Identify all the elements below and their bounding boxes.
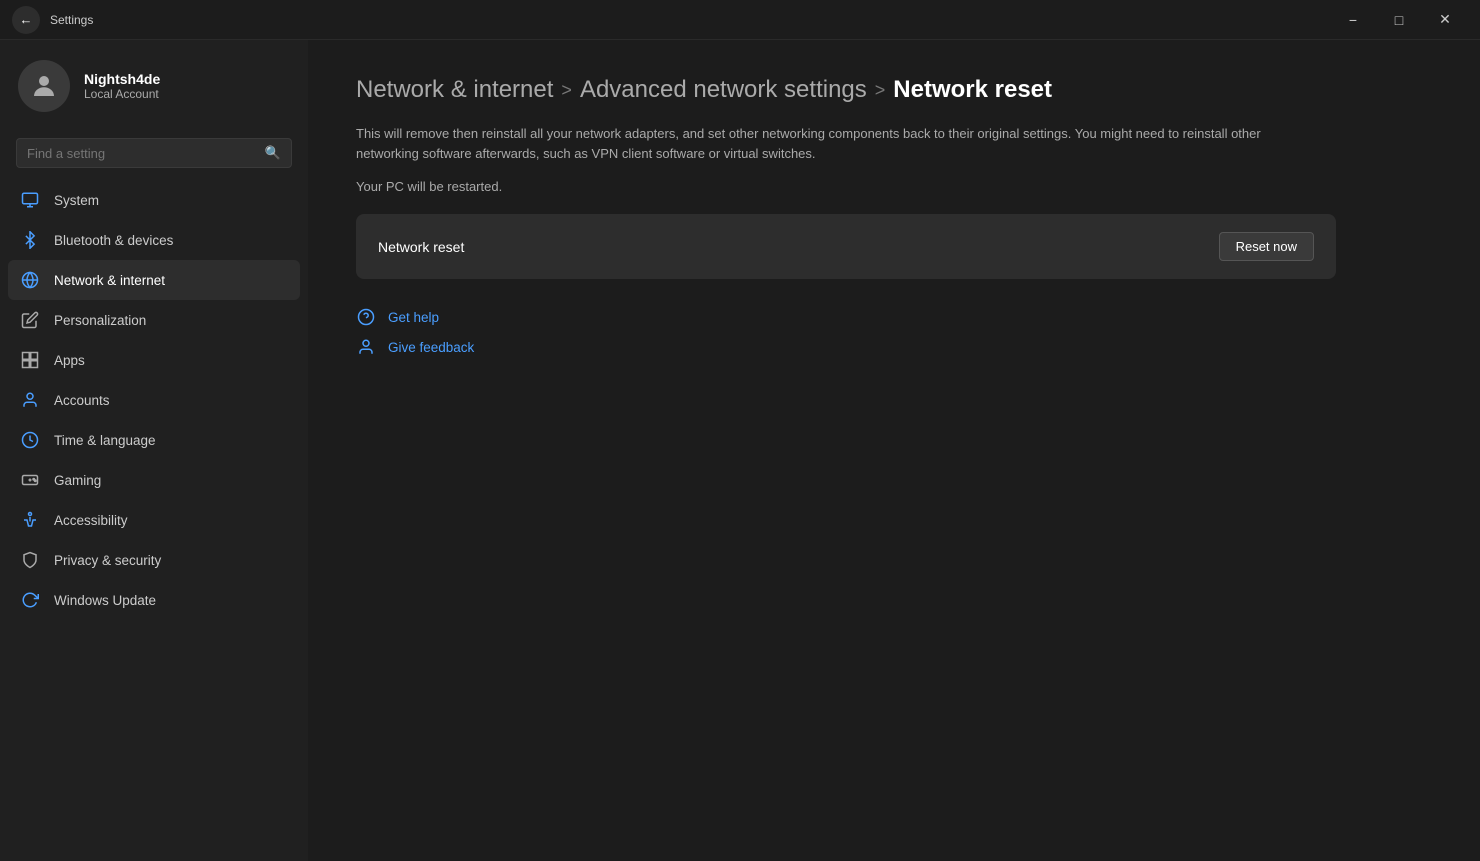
nav-icon-accessibility bbox=[20, 510, 40, 530]
nav-icon-bluetooth bbox=[20, 230, 40, 250]
sidebar: Nightsh4de Local Account 🔍 System Blueto… bbox=[0, 40, 308, 861]
help-links: Get help Give feedback bbox=[356, 307, 1432, 357]
sidebar-item-gaming[interactable]: Gaming bbox=[8, 460, 300, 500]
user-info: Nightsh4de Local Account bbox=[84, 71, 160, 101]
sidebar-item-personalization[interactable]: Personalization bbox=[8, 300, 300, 340]
sidebar-item-accounts[interactable]: Accounts bbox=[8, 380, 300, 420]
user-name: Nightsh4de bbox=[84, 71, 160, 87]
nav-icon-personalization bbox=[20, 310, 40, 330]
user-account-type: Local Account bbox=[84, 87, 160, 101]
help-link-get-help[interactable]: Get help bbox=[356, 307, 1432, 327]
nav-label-network: Network & internet bbox=[54, 273, 165, 288]
sidebar-item-bluetooth[interactable]: Bluetooth & devices bbox=[8, 220, 300, 260]
back-button[interactable]: ← bbox=[12, 6, 40, 34]
search-container: 🔍 bbox=[0, 130, 308, 180]
description-text: This will remove then reinstall all your… bbox=[356, 124, 1316, 163]
nav-label-privacy: Privacy & security bbox=[54, 553, 161, 568]
breadcrumb-current: Network reset bbox=[893, 76, 1052, 104]
minimize-button[interactable]: − bbox=[1330, 4, 1376, 36]
sidebar-item-apps[interactable]: Apps bbox=[8, 340, 300, 380]
nav-icon-accounts bbox=[20, 390, 40, 410]
avatar bbox=[18, 60, 70, 112]
reset-card: Network reset Reset now bbox=[356, 214, 1336, 279]
sidebar-item-update[interactable]: Windows Update bbox=[8, 580, 300, 620]
breadcrumb: Network & internet > Advanced network se… bbox=[356, 76, 1432, 104]
sidebar-item-accessibility[interactable]: Accessibility bbox=[8, 500, 300, 540]
nav-label-accessibility: Accessibility bbox=[54, 513, 128, 528]
search-icon: 🔍 bbox=[265, 145, 281, 161]
nav-icon-apps bbox=[20, 350, 40, 370]
sidebar-item-privacy[interactable]: Privacy & security bbox=[8, 540, 300, 580]
nav-icon-network bbox=[20, 270, 40, 290]
give-feedback-label: Give feedback bbox=[388, 340, 474, 355]
maximize-button[interactable]: □ bbox=[1376, 4, 1422, 36]
sidebar-item-network[interactable]: Network & internet bbox=[8, 260, 300, 300]
reset-now-button[interactable]: Reset now bbox=[1219, 232, 1314, 261]
reset-card-label: Network reset bbox=[378, 239, 464, 255]
breadcrumb-separator-1: > bbox=[561, 80, 572, 101]
restart-notice: Your PC will be restarted. bbox=[356, 179, 1432, 194]
nav-icon-time bbox=[20, 430, 40, 450]
breadcrumb-separator-2: > bbox=[875, 80, 886, 101]
nav-label-apps: Apps bbox=[54, 353, 85, 368]
app-container: Nightsh4de Local Account 🔍 System Blueto… bbox=[0, 40, 1480, 861]
titlebar: ← Settings − □ ✕ bbox=[0, 0, 1480, 40]
nav-label-time: Time & language bbox=[54, 433, 156, 448]
get-help-icon bbox=[356, 307, 376, 327]
close-button[interactable]: ✕ bbox=[1422, 4, 1468, 36]
nav-icon-update bbox=[20, 590, 40, 610]
sidebar-item-time[interactable]: Time & language bbox=[8, 420, 300, 460]
nav-label-gaming: Gaming bbox=[54, 473, 101, 488]
search-input[interactable] bbox=[27, 146, 257, 161]
get-help-label: Get help bbox=[388, 310, 439, 325]
nav-label-system: System bbox=[54, 193, 99, 208]
nav-icon-gaming bbox=[20, 470, 40, 490]
nav-label-bluetooth: Bluetooth & devices bbox=[54, 233, 173, 248]
nav-label-update: Windows Update bbox=[54, 593, 156, 608]
nav-label-accounts: Accounts bbox=[54, 393, 110, 408]
titlebar-title: Settings bbox=[50, 13, 93, 27]
titlebar-controls: − □ ✕ bbox=[1330, 4, 1468, 36]
sidebar-item-system[interactable]: System bbox=[8, 180, 300, 220]
search-box[interactable]: 🔍 bbox=[16, 138, 292, 168]
help-link-give-feedback[interactable]: Give feedback bbox=[356, 337, 1432, 357]
nav-icon-privacy bbox=[20, 550, 40, 570]
breadcrumb-part2[interactable]: Advanced network settings bbox=[580, 76, 867, 104]
give-feedback-icon bbox=[356, 337, 376, 357]
user-icon bbox=[29, 71, 59, 101]
nav-list: System Bluetooth & devices Network & int… bbox=[0, 180, 308, 620]
titlebar-left: ← Settings bbox=[12, 6, 93, 34]
nav-icon-system bbox=[20, 190, 40, 210]
nav-label-personalization: Personalization bbox=[54, 313, 146, 328]
main-content: Network & internet > Advanced network se… bbox=[308, 40, 1480, 861]
user-section: Nightsh4de Local Account bbox=[0, 40, 308, 130]
breadcrumb-part1[interactable]: Network & internet bbox=[356, 76, 553, 104]
